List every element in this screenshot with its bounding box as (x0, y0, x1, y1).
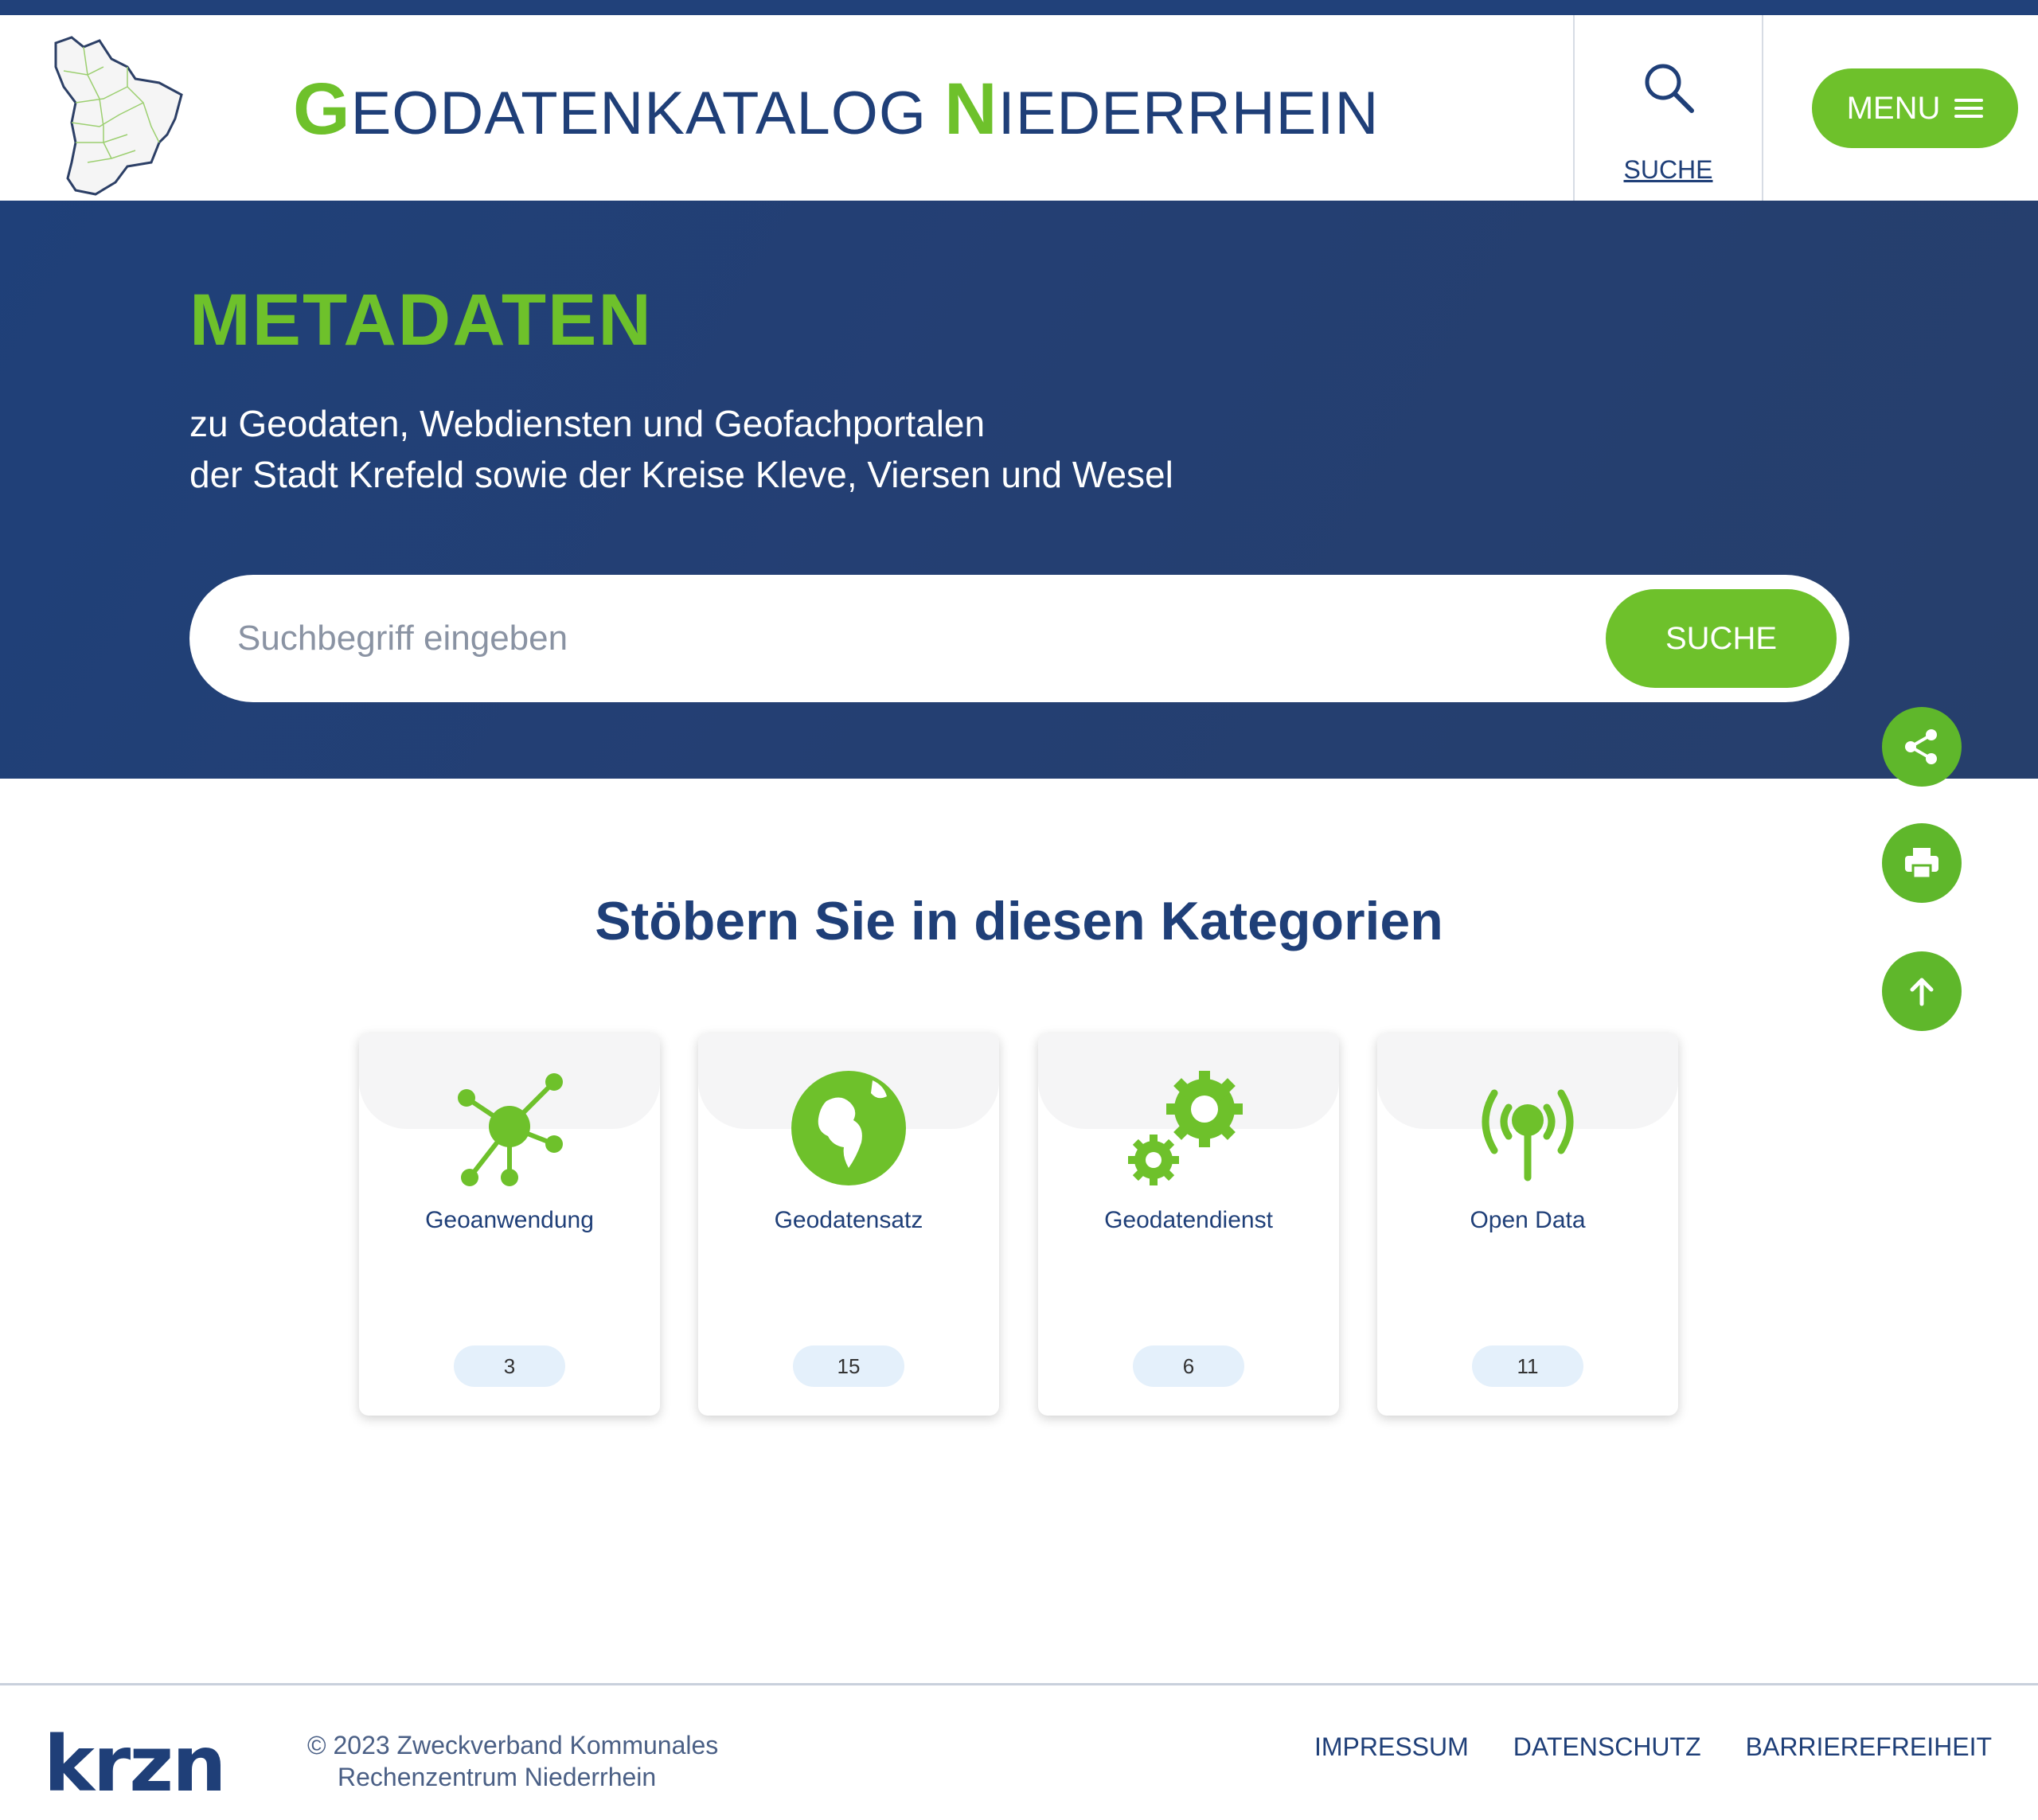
search-submit-button[interactable]: SUCHE (1606, 589, 1837, 688)
gears-icon (1128, 1071, 1243, 1185)
category-card-geoanwendung[interactable]: Geoanwendung 3 (359, 1033, 660, 1416)
category-count-badge: 6 (1133, 1345, 1244, 1387)
search-icon (1645, 64, 1694, 113)
krzn-logo[interactable]: krzn (44, 1726, 226, 1802)
share-icon (1905, 729, 1937, 764)
footer-link-impressum[interactable]: IMPRESSUM (1314, 1732, 1469, 1762)
category-count-badge: 15 (793, 1345, 904, 1387)
title-initial-1: G (293, 68, 351, 150)
globe-icon (791, 1071, 906, 1185)
category-count-badge: 11 (1472, 1345, 1583, 1387)
title-part-2: IEDERRHEIN (998, 80, 1380, 147)
copyright-line-1: © 2023 Zweckverband Kommunales (307, 1731, 719, 1759)
category-label: Geodatendienst (1104, 1207, 1273, 1233)
footer-nav: IMPRESSUM DATENSCHUTZ BARRIEREFREIHEIT (1314, 1732, 1992, 1762)
top-accent-bar (0, 0, 2038, 15)
search-input[interactable] (237, 607, 1591, 670)
hero-title: METADATEN (189, 279, 653, 361)
title-initial-2: N (944, 68, 998, 150)
menu-button[interactable]: MENU (1812, 68, 2018, 148)
footer-link-barrierefreiheit[interactable]: BARRIEREFREIHEIT (1746, 1732, 1992, 1762)
footer-divider (0, 1683, 2038, 1685)
category-label: Open Data (1470, 1207, 1586, 1233)
region-map-logo[interactable] (40, 23, 187, 198)
share-button[interactable] (1882, 707, 1962, 787)
header-divider (1762, 15, 1763, 201)
category-label: Geodatensatz (774, 1207, 923, 1233)
header-search-link[interactable]: SUCHE (1575, 15, 1762, 201)
title-part-1: EODATENKATALOG (350, 80, 945, 147)
site-title[interactable]: GEODATENKATALOG NIEDERRHEIN (293, 68, 1379, 151)
footer-link-datenschutz[interactable]: DATENSCHUTZ (1513, 1732, 1701, 1762)
arrow-up-icon (1910, 978, 1934, 1006)
hero-subtitle: zu Geodaten, Webdiensten und Geofachport… (189, 398, 1173, 500)
hero-subtitle-line-2: der Stadt Krefeld sowie der Kreise Kleve… (189, 454, 1173, 495)
hamburger-icon (1954, 94, 1984, 123)
category-label: Geoanwendung (425, 1207, 594, 1233)
category-card-open-data[interactable]: Open Data 11 (1377, 1033, 1678, 1416)
menu-button-label: MENU (1846, 90, 1941, 126)
print-icon (1905, 848, 1938, 880)
network-icon (458, 1073, 563, 1186)
scroll-top-button[interactable] (1882, 951, 1962, 1031)
hero-search-box: SUCHE (189, 575, 1849, 702)
hero-section: METADATEN zu Geodaten, Webdiensten und G… (0, 201, 2038, 779)
header-search-label: SUCHE (1623, 155, 1713, 184)
category-card-geodatensatz[interactable]: Geodatensatz 15 (698, 1033, 999, 1416)
category-card-geodatendienst[interactable]: Geodatendienst 6 (1038, 1033, 1339, 1416)
copyright-line-2: Rechenzentrum Niederrhein (338, 1763, 657, 1791)
category-count-badge: 3 (454, 1345, 565, 1387)
broadcast-icon (1482, 1089, 1574, 1181)
copyright-text: © 2023 Zweckverband Kommunales Rechenzen… (307, 1729, 718, 1793)
categories-title: Stöbern Sie in diesen Kategorien (595, 891, 1443, 951)
hero-subtitle-line-1: zu Geodaten, Webdiensten und Geofachport… (189, 403, 986, 444)
